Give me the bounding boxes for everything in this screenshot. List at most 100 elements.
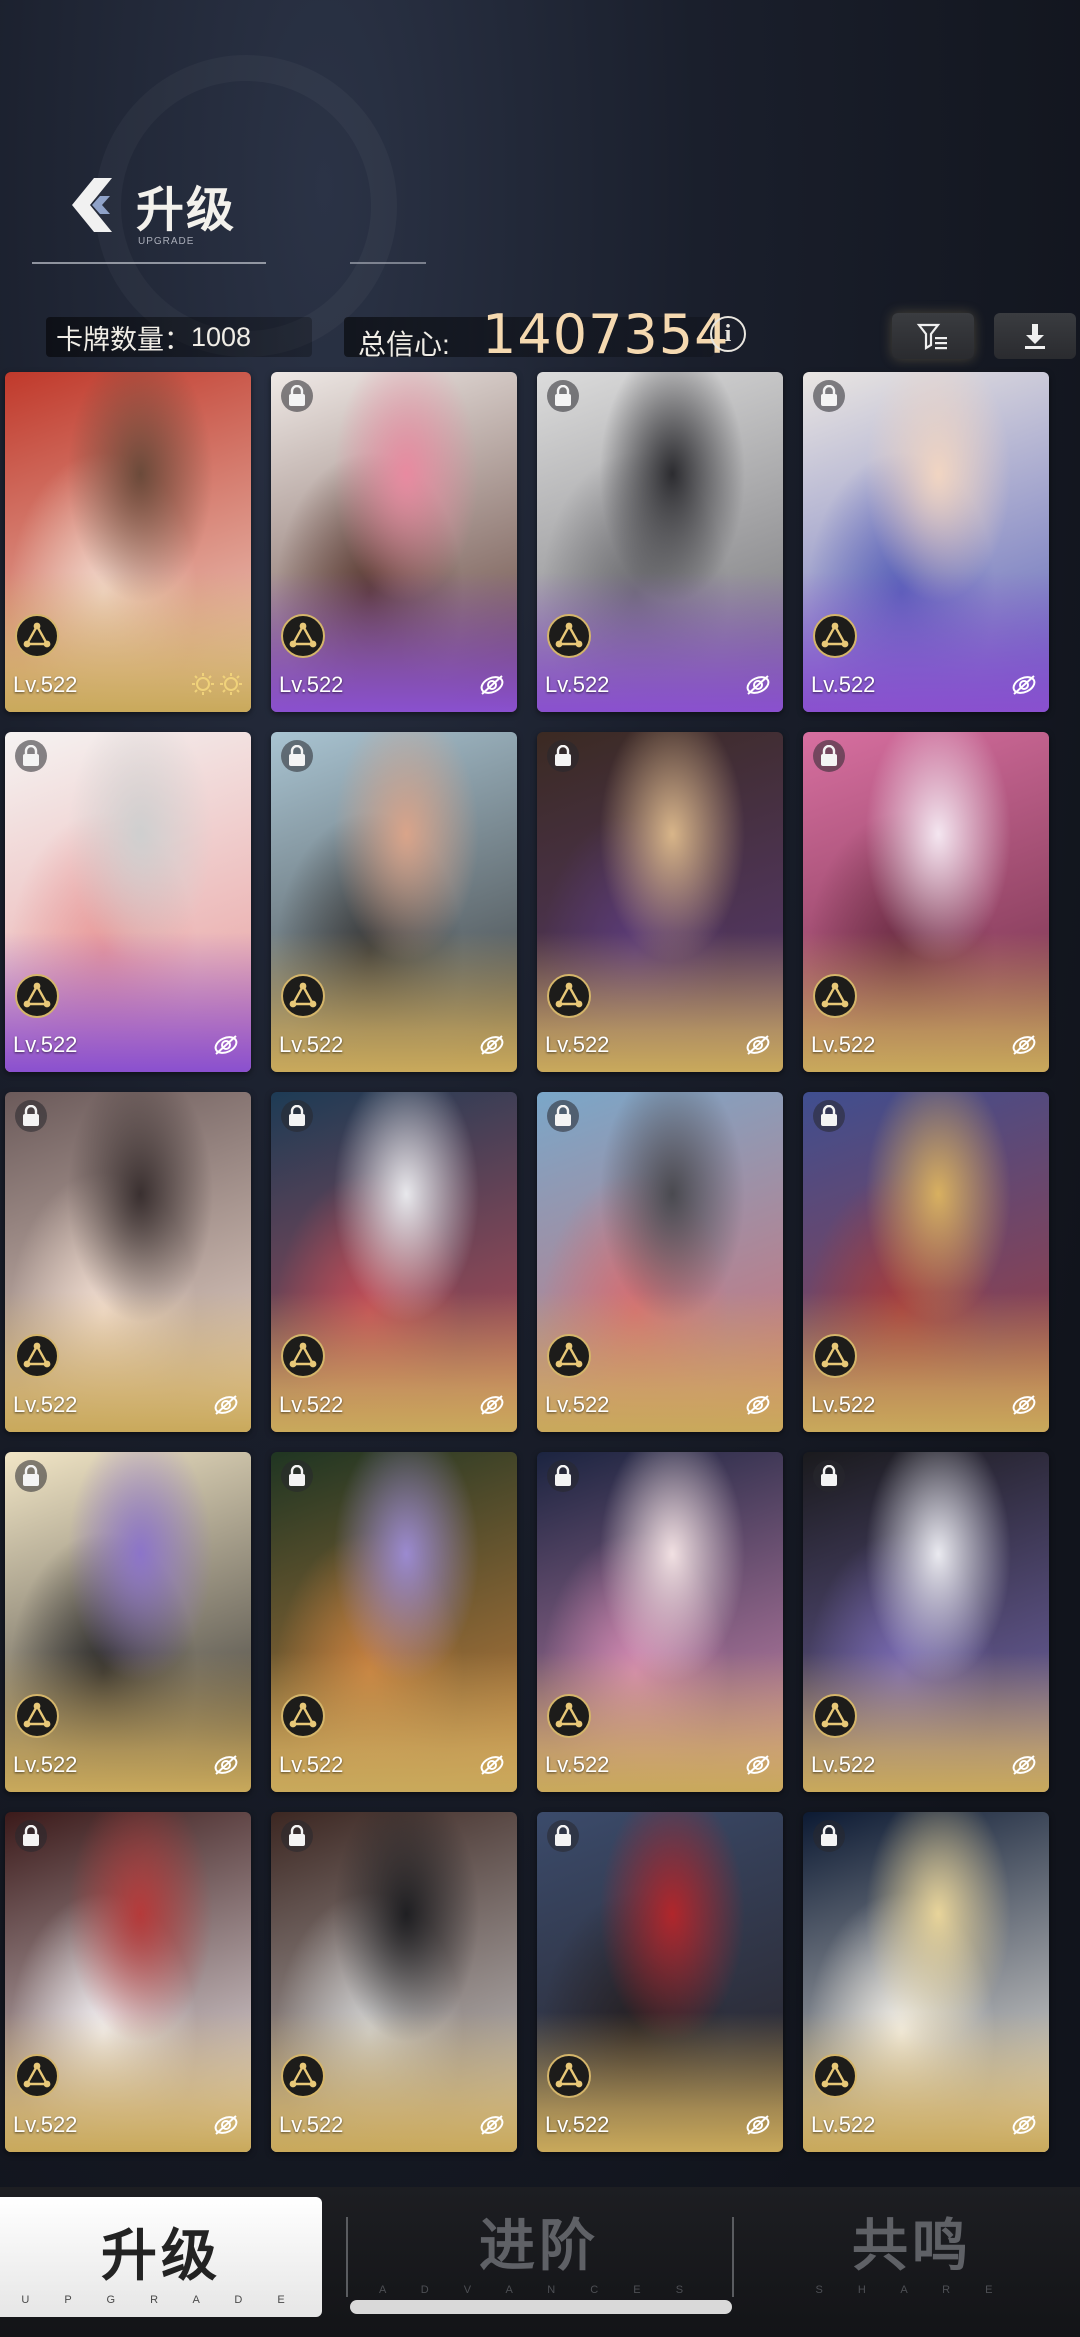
title-underline [32,262,266,264]
orbit-link-icon [480,675,504,695]
lock-toggle[interactable] [813,380,845,412]
character-card[interactable]: Lv.522 [5,372,251,712]
lock-icon [821,385,837,406]
lock-toggle[interactable] [281,380,313,412]
tab-share[interactable]: 共鸣 S H A R E [744,2187,1080,2307]
card-level: Lv.522 [13,1392,78,1417]
tab-upgrade[interactable]: 升级 U P G R A D E [0,2197,322,2317]
character-card[interactable]: Lv.522 [5,1812,251,2152]
card-level: Lv.522 [811,2112,876,2137]
card-type-badge [15,974,59,1018]
triangle-nodes-icon [23,1342,51,1368]
character-card[interactable]: Lv.522 [537,732,783,1072]
header: 升级 UPGRADE 卡牌数量： 1008 总信心: 1407354 i [0,0,1080,366]
character-card[interactable]: Lv.522 [271,1812,517,2152]
lock-toggle[interactable] [813,1820,845,1852]
card-type-badge [813,1694,857,1738]
card-level: Lv.522 [13,672,78,697]
lock-toggle[interactable] [15,1820,47,1852]
lock-icon [23,1465,39,1486]
lock-toggle[interactable] [813,1460,845,1492]
lock-toggle[interactable] [15,1460,47,1492]
character-card[interactable]: Lv.522 [537,1812,783,2152]
page-subtitle: UPGRADE [138,236,195,247]
character-card[interactable]: Lv.522 [537,1452,783,1792]
filter-icon [916,323,947,350]
bottom-tab-bar: 升级 U P G R A D E 进阶 A D V A N C E S 共鸣 S… [0,2187,1080,2337]
lock-toggle[interactable] [547,1100,579,1132]
triangle-nodes-icon [289,1342,317,1368]
orbit-link-icon [480,2115,504,2135]
card-type-badge [15,2054,59,2098]
card-level: Lv.522 [279,1032,344,1057]
lock-icon [289,1105,305,1126]
sort-button[interactable] [994,313,1076,359]
card-count: 卡牌数量： 1008 [46,317,312,357]
tab-advances[interactable]: 进阶 A D V A N C E S [358,2187,720,2307]
orbit-link-icon [746,1755,770,1775]
character-card[interactable]: Lv.522 [803,1452,1049,1792]
card-level: Lv.522 [13,1752,78,1777]
character-card[interactable]: Lv.522 [271,1092,517,1432]
lock-toggle[interactable] [813,740,845,772]
character-card[interactable]: Lv.522 [803,1092,1049,1432]
triangle-nodes-icon [289,982,317,1008]
character-card[interactable]: Lv.522 [803,1812,1049,2152]
lock-toggle[interactable] [547,380,579,412]
orbit-link-icon [746,1395,770,1415]
lock-toggle[interactable] [281,1820,313,1852]
lock-toggle[interactable] [547,1820,579,1852]
lock-toggle[interactable] [547,1460,579,1492]
lock-toggle[interactable] [813,1100,845,1132]
character-card[interactable]: Lv.522 [537,1092,783,1432]
lock-icon [821,745,837,766]
card-level: Lv.522 [279,1752,344,1777]
triangle-nodes-icon [555,2062,583,2088]
lock-icon [821,1105,837,1126]
lock-toggle[interactable] [15,740,47,772]
tab-divider [732,2217,734,2297]
character-card[interactable]: Lv.522 [803,732,1049,1072]
stats-row: 卡牌数量： 1008 总信心: 1407354 i [0,303,1080,366]
card-level: Lv.522 [545,1032,610,1057]
lock-icon [821,1465,837,1486]
lock-icon [555,1465,571,1486]
lock-icon [23,1105,39,1126]
character-card[interactable]: Lv.522 [5,1092,251,1432]
lock-toggle[interactable] [281,1460,313,1492]
orbit-link-icon [214,2115,238,2135]
lock-toggle[interactable] [15,1100,47,1132]
card-type-badge [281,614,325,658]
card-level: Lv.522 [279,1392,344,1417]
sun-star-icon [220,673,242,695]
orbit-link-icon [214,1395,238,1415]
filter-button[interactable] [892,313,974,359]
triangle-nodes-icon [821,2062,849,2088]
card-type-badge [547,1694,591,1738]
confidence-label: 总信心: [358,329,450,360]
lock-toggle[interactable] [281,1100,313,1132]
card-level: Lv.522 [13,1032,78,1057]
character-card[interactable]: Lv.522 [271,372,517,712]
card-type-badge [547,614,591,658]
triangle-nodes-icon [23,2062,51,2088]
triangle-nodes-icon [555,982,583,1008]
card-type-badge [281,2054,325,2098]
orbit-link-icon [746,2115,770,2135]
character-card[interactable]: Lv.522 [271,1452,517,1792]
character-card[interactable]: Lv.522 [803,372,1049,712]
home-indicator[interactable] [350,2300,732,2314]
character-card[interactable]: Lv.522 [5,1452,251,1792]
card-type-badge [547,1334,591,1378]
character-card[interactable]: Lv.522 [271,732,517,1072]
card-type-badge [15,1694,59,1738]
info-icon[interactable]: i [710,316,746,352]
character-card[interactable]: Lv.522 [5,732,251,1072]
card-level: Lv.522 [811,672,876,697]
lock-toggle[interactable] [281,740,313,772]
card-level: Lv.522 [811,1032,876,1057]
tab-share-label: 共鸣 [852,2214,972,2277]
character-card[interactable]: Lv.522 [537,372,783,712]
card-level: Lv.522 [545,672,610,697]
lock-toggle[interactable] [547,740,579,772]
